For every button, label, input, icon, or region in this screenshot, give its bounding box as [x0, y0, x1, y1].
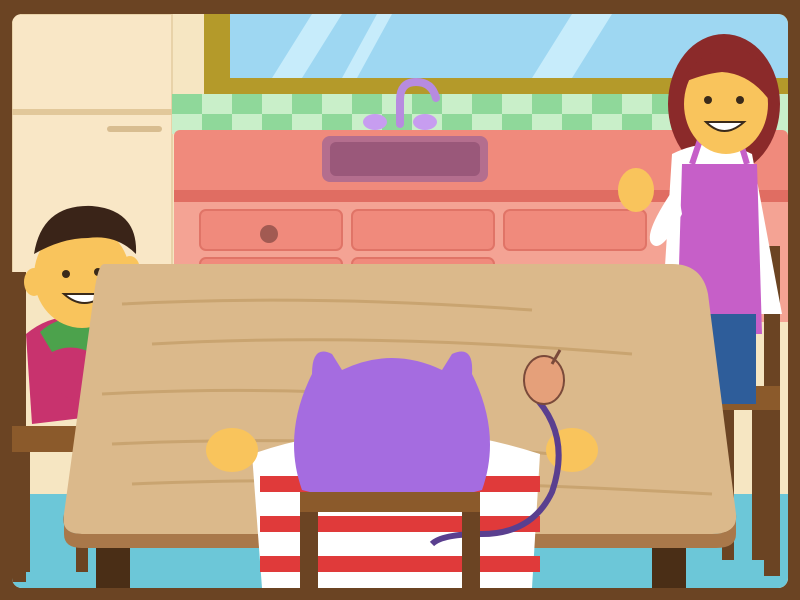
faucet-knob-left: [363, 114, 387, 130]
fridge-handle: [107, 126, 162, 132]
plunger-icon: [523, 355, 565, 405]
mother-hand: [618, 168, 654, 212]
drawer-knob: [260, 225, 278, 243]
chair-front-back: [300, 492, 480, 512]
cat-hand-left: [206, 428, 258, 472]
faucet-knob-right: [413, 114, 437, 130]
kitchen-illustration: [12, 14, 788, 588]
game-frame: [0, 0, 800, 600]
kitchen-scene: [12, 14, 788, 588]
